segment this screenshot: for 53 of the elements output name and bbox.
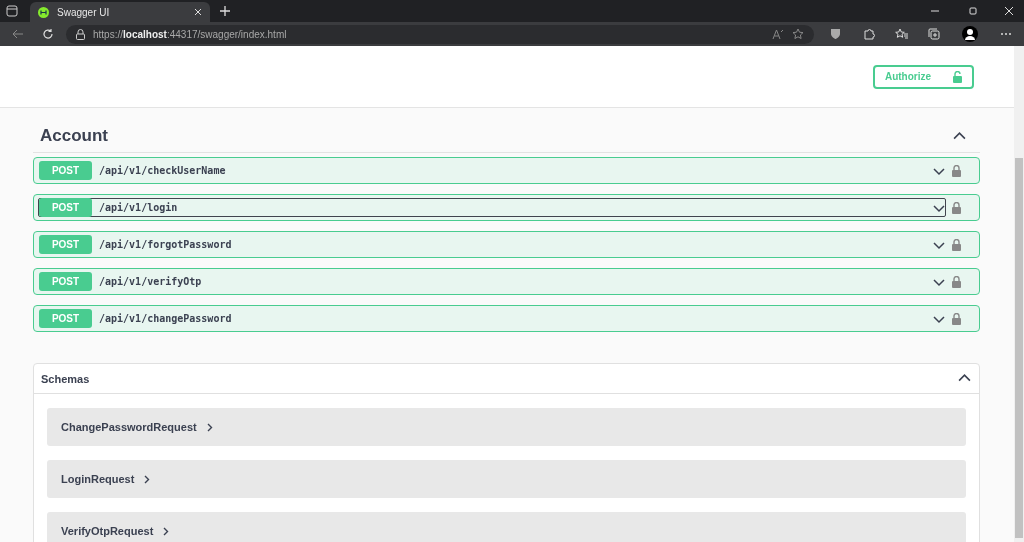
method-label: POST — [39, 309, 92, 328]
endpoint-path: /api/v1/checkUserName — [99, 165, 227, 176]
operation-summary[interactable]: POST /api/v1/login — [38, 198, 946, 217]
endpoint-path: /api/v1/verifyOtp — [99, 276, 203, 287]
address-bar[interactable]: https://localhost:44317/swagger/index.html — [66, 24, 814, 44]
chevron-right-icon — [206, 422, 213, 432]
chevron-right-icon — [163, 526, 170, 536]
model-item[interactable]: ChangePasswordRequest — [47, 408, 966, 446]
method-label: POST — [39, 235, 92, 254]
operation-summary[interactable]: POST /api/v1/forgotPassword — [38, 235, 946, 254]
lock-icon[interactable] — [952, 201, 961, 214]
favorite-icon[interactable] — [792, 28, 804, 40]
profile-avatar-icon[interactable] — [962, 26, 978, 42]
tab-actions-icon[interactable] — [6, 5, 18, 17]
browser-tab[interactable]: Swagger UI — [30, 2, 210, 22]
close-icon[interactable] — [1004, 6, 1014, 16]
shield-icon[interactable] — [830, 28, 841, 40]
schemas-title: Schemas — [41, 372, 90, 385]
new-tab-icon[interactable] — [220, 6, 230, 16]
more-icon[interactable] — [1000, 32, 1012, 36]
refresh-icon[interactable] — [42, 28, 54, 40]
model-name: VerifyOtpRequest — [61, 525, 154, 537]
endpoint-path: /api/v1/login — [99, 202, 179, 213]
endpoint-path: /api/v1/changePassword — [99, 313, 233, 324]
model-item[interactable]: VerifyOtpRequest — [47, 512, 966, 542]
close-icon[interactable] — [194, 8, 202, 16]
chevron-right-icon — [144, 474, 151, 484]
back-icon[interactable] — [12, 28, 24, 40]
url-text: https://localhost:44317/swagger/index.html — [93, 28, 287, 40]
operation-summary[interactable]: POST /api/v1/changePassword — [38, 309, 946, 328]
operation-summary[interactable]: POST /api/v1/checkUserName — [38, 161, 946, 180]
operation-summary[interactable]: POST /api/v1/verifyOtp — [38, 272, 946, 291]
favorites-icon[interactable] — [895, 28, 908, 40]
tab-title: Swagger UI — [57, 6, 111, 18]
collections-icon[interactable] — [928, 28, 940, 40]
swagger-logo-icon — [38, 6, 49, 18]
read-aloud-icon[interactable] — [772, 28, 784, 40]
extensions-icon[interactable] — [863, 28, 875, 40]
method-label: POST — [39, 161, 92, 180]
model-name: LoginRequest — [61, 473, 135, 485]
lock-icon[interactable] — [952, 312, 961, 325]
model-name: ChangePasswordRequest — [61, 421, 197, 433]
lock-icon — [76, 28, 85, 40]
restore-icon[interactable] — [968, 6, 978, 16]
method-label: POST — [39, 272, 92, 291]
lock-icon[interactable] — [952, 164, 961, 177]
lock-icon[interactable] — [952, 238, 961, 251]
endpoint-path: /api/v1/forgotPassword — [99, 239, 233, 250]
model-item[interactable]: LoginRequest — [47, 460, 966, 498]
section-title: Account — [40, 126, 108, 146]
method-label: POST — [39, 198, 92, 217]
scrollbar[interactable] — [1014, 46, 1024, 542]
lock-icon[interactable] — [952, 275, 961, 288]
